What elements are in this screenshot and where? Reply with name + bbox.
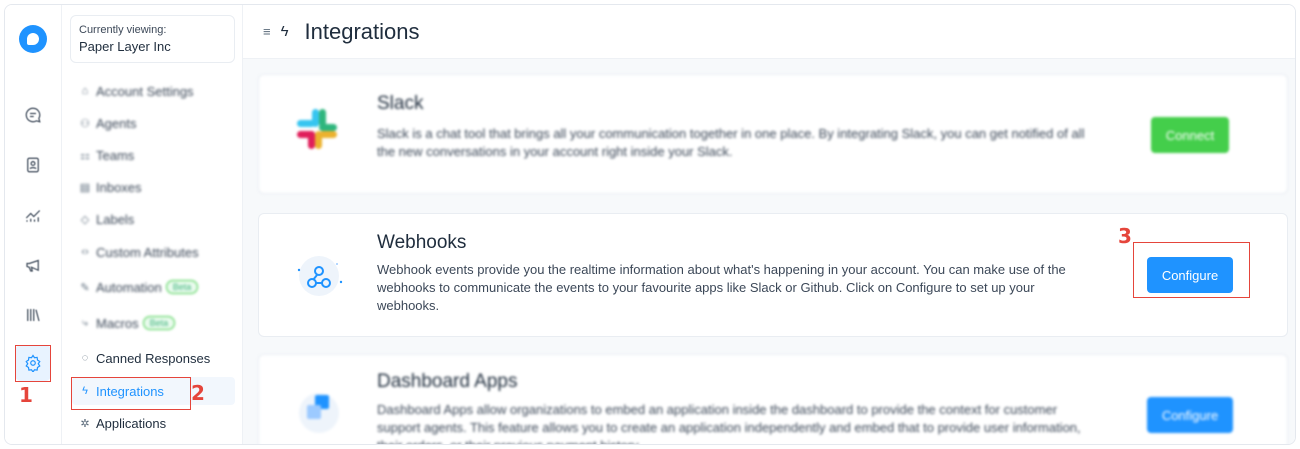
lightning-icon: ϟ [280,23,289,40]
annotation-number-3: 3 [1118,224,1132,248]
sidebar-item-label: Automation [96,279,162,295]
integration-description: Webhook events provide you the realtime … [377,262,1066,313]
page-title: Integrations [304,18,420,44]
account-viewing-label: Currently viewing: [79,24,167,36]
integration-description: Dashboard Apps allow organizations to em… [377,402,1081,444]
sidebar-item-custom-attributes[interactable]: ‹› Custom Attributes [72,238,235,266]
sidebar-item-agents[interactable]: ⚇ Agents [72,109,235,137]
sidebar-item-label: Labels [96,211,135,227]
sidebar-item-labels[interactable]: ◇ Labels [72,205,235,233]
annotation-number-2: 2 [191,381,205,405]
annotation-box-integrations [71,377,191,410]
contacts-icon[interactable] [21,153,45,177]
campaigns-icon[interactable] [21,253,45,277]
integration-card-dashboard-apps: Dashboard Apps Dashboard Apps allow orga… [258,354,1288,444]
sidebar-item-label: Custom Attributes [96,244,199,260]
annotation-box-settings [15,345,51,382]
agents-icon: ⚇ [80,117,90,130]
integration-card-slack: Slack Slack is a chat tool that brings a… [258,74,1288,194]
beta-badge: Beta [142,316,176,330]
sidebar-item-label: Account Settings [96,83,194,99]
sidebar-item-canned-responses[interactable]: ◌ Canned Responses [72,344,235,372]
sidebar-item-teams[interactable]: ⚏ Teams [72,141,235,169]
macros-icon: ⤷ [81,316,89,329]
integration-description: Slack is a chat tool that brings all you… [377,126,1085,159]
inboxes-icon: ▤ [79,181,91,194]
sidebar-item-label: Inboxes [96,179,142,195]
reports-icon[interactable] [21,203,45,227]
sidebar-item-label: Applications [96,415,167,431]
sidebar-item-inboxes[interactable]: ▤ Inboxes [72,173,235,201]
sidebar-item-macros[interactable]: ⤷ Macros Beta [72,309,235,337]
labels-icon: ◇ [80,213,90,226]
account-name: Paper Layer Inc [79,39,171,54]
slack-logo-icon [297,109,337,149]
sidebar-item-label: Canned Responses [96,350,211,366]
account-switcher[interactable]: Currently viewing: Paper Layer Inc [70,15,235,63]
canned-responses-icon: ◌ [81,352,89,364]
teams-icon: ⚏ [80,149,90,162]
conversations-icon[interactable] [21,103,45,127]
slack-connect-button[interactable]: Connect [1151,117,1229,153]
sidebar-item-label: Macros [96,315,139,331]
integration-title: Webhooks [377,232,467,253]
automation-icon: ✎ [80,281,90,294]
sidebar-item-automation[interactable]: ✎ Automation Beta [72,273,235,301]
app-logo[interactable] [19,25,47,53]
custom-attributes-icon: ‹› [81,246,89,258]
library-icon[interactable] [21,303,45,327]
integration-title: Dashboard Apps [377,371,518,392]
sidebar-item-label: Teams [96,147,135,163]
hamburger-menu-icon[interactable]: ≡ [263,24,271,39]
sidebar-item-label: Agents [96,115,137,131]
account-settings-icon: ⌂ [81,85,89,97]
app-window: Currently viewing: Paper Layer Inc ⌂ Acc… [4,4,1296,445]
annotation-number-1: 1 [19,383,33,407]
annotation-box-configure [1133,242,1250,298]
sidebar-item-applications[interactable]: ✲ Applications [72,409,235,437]
dashboard-apps-configure-button[interactable]: Configure [1147,397,1233,433]
sidebar-item-account-settings[interactable]: ⌂ Account Settings [72,77,235,105]
page-header: ≡ ϟ Integrations [243,5,1295,59]
dashboard-apps-logo-icon [299,393,339,433]
applications-icon: ✲ [80,417,90,430]
beta-badge: Beta [165,280,199,294]
webhook-logo-icon [297,256,343,296]
integration-title: Slack [377,93,424,114]
